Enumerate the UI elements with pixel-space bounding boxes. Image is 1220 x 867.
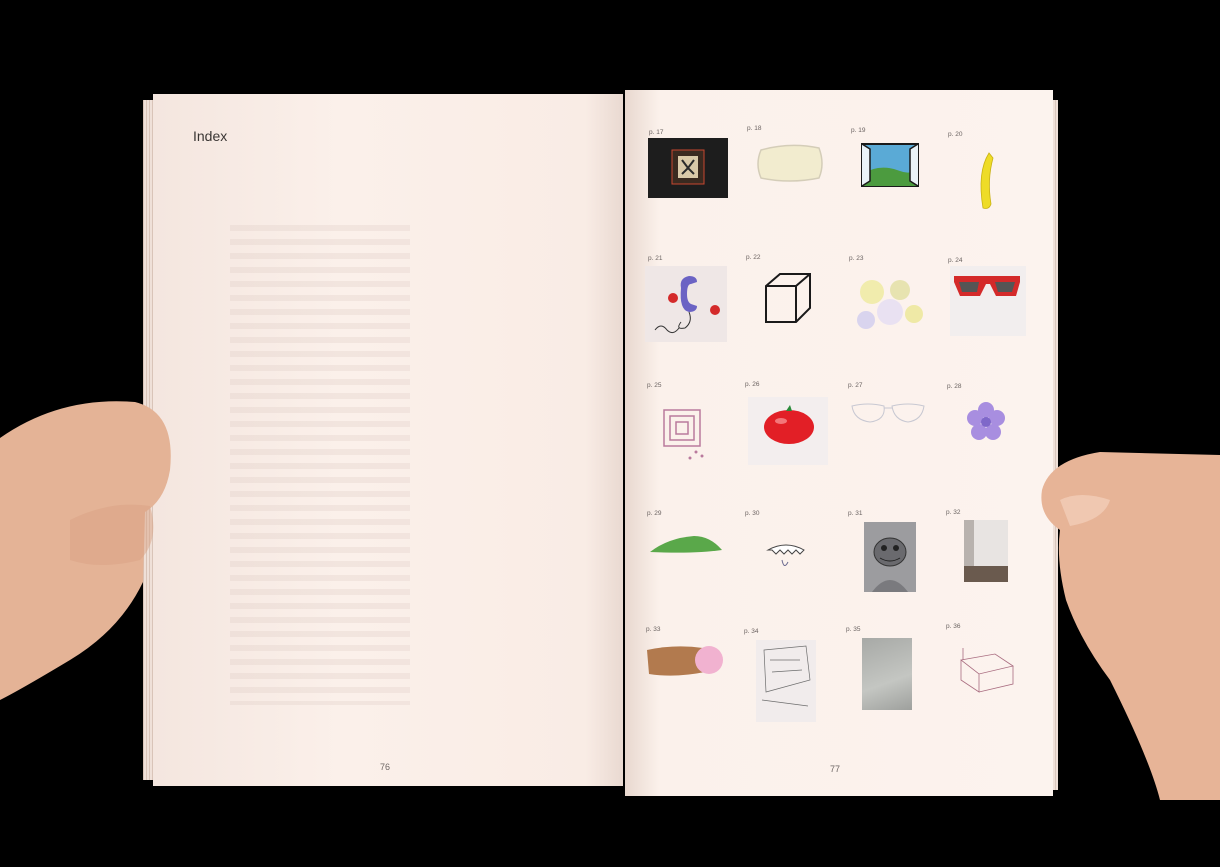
photo-scene: Index 76 77 p. 17 p. 18 p. 19 p. 20 p. 2… [0, 0, 1220, 867]
